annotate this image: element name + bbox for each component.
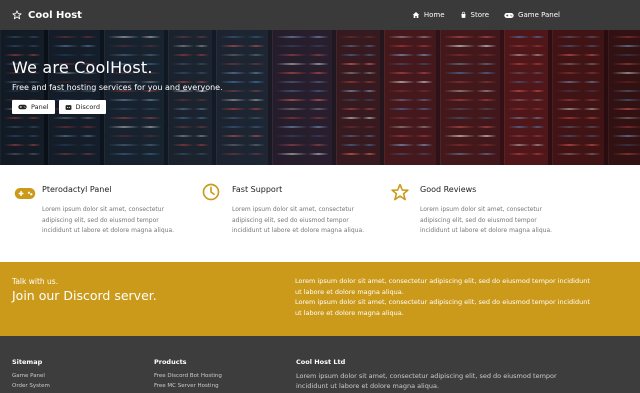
star-icon	[391, 183, 409, 201]
banner-heading[interactable]: Join our Discord server.	[12, 288, 157, 303]
banner-description: Lorem ipsum dolor sit amet, consectetur …	[295, 276, 595, 318]
banner-paragraph: Lorem ipsum dolor sit amet, consectetur …	[295, 298, 590, 317]
gamepad-icon	[14, 188, 36, 199]
feature-text: Lorem ipsum dolor sit amet, consectetur …	[232, 206, 365, 234]
nav-game-panel-label: Game Panel	[518, 11, 560, 19]
banner-kicker: Talk with us.	[12, 277, 59, 286]
footer-heading: Sitemap	[12, 358, 43, 366]
footer-link-game-panel[interactable]: Game Panel	[12, 371, 50, 381]
bag-icon	[460, 11, 466, 18]
footer-link-discord-bot[interactable]: Free Discord Bot Hosting	[154, 371, 222, 381]
feature-title: Pterodactyl Panel	[42, 185, 112, 194]
footer-sitemap: Sitemap Game Panel Order System	[12, 358, 50, 391]
feature-text: Lorem ipsum dolor sit amet, consectetur …	[420, 206, 553, 234]
discord-banner: Talk with us. Join our Discord server. L…	[0, 262, 640, 336]
footer-about: Cool Host Ltd Lorem ipsum dolor sit amet…	[296, 358, 576, 391]
footer-products: Products Free Discord Bot Hosting Free M…	[154, 358, 222, 391]
banner-paragraph: Lorem ipsum dolor sit amet, consectetur …	[295, 277, 590, 296]
gamepad-icon	[504, 12, 514, 18]
footer-heading: Products	[154, 358, 187, 366]
discord-button[interactable]: Discord	[58, 100, 106, 114]
brand-logo[interactable]: Cool Host	[12, 10, 82, 21]
hero-subtitle: Free and fast hosting services for you a…	[12, 83, 223, 92]
nav-home[interactable]: Home	[412, 11, 445, 19]
features-section: Pterodactyl Panel Lorem ipsum dolor sit …	[0, 165, 640, 262]
hero-section: We are CoolHost. Free and fast hosting s…	[0, 30, 640, 165]
star-outline-icon	[12, 10, 22, 20]
footer-heading: Cool Host Ltd	[296, 358, 346, 366]
nav-store-label: Store	[470, 11, 490, 19]
home-icon	[412, 12, 420, 18]
feature-title: Fast Support	[232, 185, 283, 194]
panel-button-label: Panel	[31, 103, 49, 111]
clock-icon	[202, 183, 220, 201]
discord-icon	[65, 104, 71, 110]
discord-button-label: Discord	[75, 103, 100, 111]
feature-text: Lorem ipsum dolor sit amet, consectetur …	[42, 206, 175, 234]
gamepad-icon	[18, 104, 27, 110]
top-navbar: Cool Host Home Store Game Panel	[0, 0, 640, 30]
panel-button[interactable]: Panel	[12, 100, 55, 114]
footer-link-order-system[interactable]: Order System	[12, 381, 50, 391]
nav-game-panel[interactable]: Game Panel	[504, 11, 560, 19]
nav-store[interactable]: Store	[460, 11, 490, 19]
brand-name: Cool Host	[28, 9, 82, 21]
footer-about-text: Lorem ipsum dolor sit amet, consectetur …	[296, 372, 557, 390]
footer: Sitemap Game Panel Order System Products…	[0, 336, 640, 393]
feature-title: Good Reviews	[420, 185, 477, 194]
hero-title: We are CoolHost.	[12, 58, 153, 77]
footer-link-mc-server[interactable]: Free MC Server Hosting	[154, 381, 222, 391]
nav-home-label: Home	[423, 11, 445, 19]
